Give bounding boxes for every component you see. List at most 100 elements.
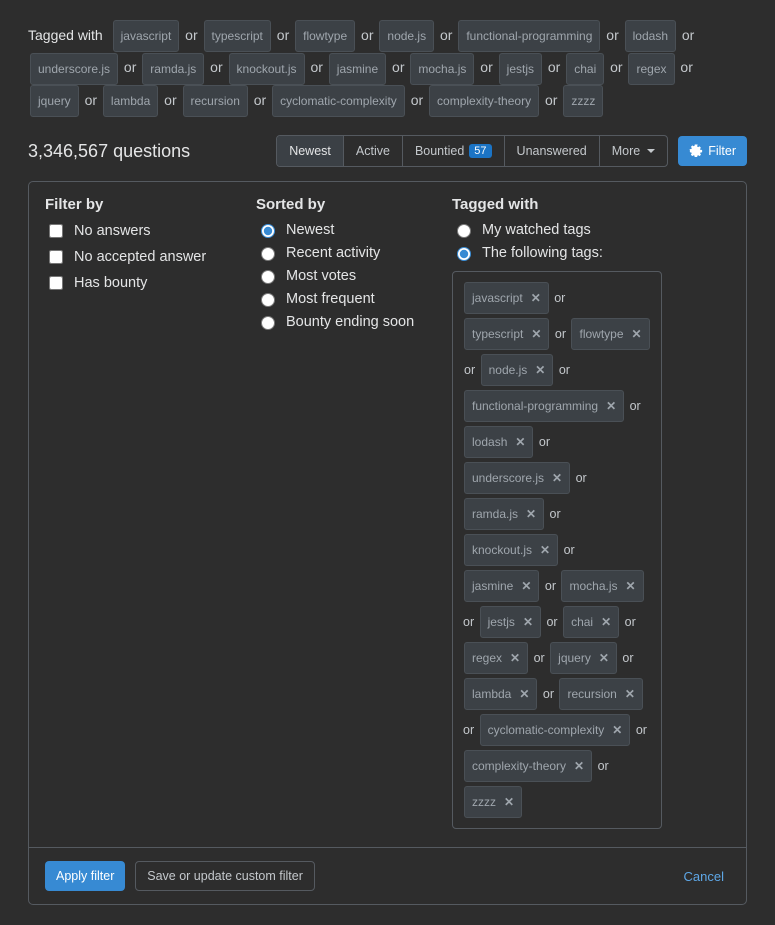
apply-filter-button[interactable]: Apply filter <box>45 861 125 891</box>
close-icon[interactable]: ✕ <box>599 607 618 637</box>
filter-tag-label: mocha.js <box>562 571 623 601</box>
filter-tag[interactable]: flowtype✕ <box>571 318 649 350</box>
filter-tag[interactable]: regex✕ <box>464 642 528 674</box>
filter-tag[interactable]: functional-programming✕ <box>464 390 624 422</box>
radio-bounty-ending[interactable] <box>261 316 275 330</box>
header-tag[interactable]: typescript <box>204 20 271 52</box>
filter-tag[interactable]: cyclomatic-complexity✕ <box>480 714 631 746</box>
filter-tag-label: flowtype <box>572 319 629 349</box>
or-separator: or <box>606 59 626 75</box>
close-icon[interactable]: ✕ <box>517 679 536 709</box>
radio-newest[interactable] <box>261 224 275 238</box>
or-separator: or <box>273 27 293 43</box>
close-icon[interactable]: ✕ <box>624 571 643 601</box>
filter-tag[interactable]: mocha.js✕ <box>561 570 643 602</box>
tab-unanswered[interactable]: Unanswered <box>505 136 600 166</box>
sort-bounty-ending[interactable]: Bounty ending soon <box>256 313 416 330</box>
sort-newest[interactable]: Newest <box>256 221 416 238</box>
close-icon[interactable]: ✕ <box>610 715 629 745</box>
header-tag[interactable]: regex <box>628 53 674 85</box>
filter-tag[interactable]: ramda.js✕ <box>464 498 544 530</box>
filter-tag[interactable]: chai✕ <box>563 606 619 638</box>
save-filter-button[interactable]: Save or update custom filter <box>135 861 315 891</box>
header-tag[interactable]: underscore.js <box>30 53 118 85</box>
header-tag[interactable]: complexity-theory <box>429 85 539 117</box>
header-tag[interactable]: jasmine <box>329 53 386 85</box>
filter-no-accepted[interactable]: No accepted answer <box>45 247 220 267</box>
tab-newest[interactable]: Newest <box>277 136 344 166</box>
filter-tag[interactable]: recursion✕ <box>559 678 642 710</box>
header-tag[interactable]: lodash <box>625 20 676 52</box>
header-tag[interactable]: node.js <box>379 20 434 52</box>
or-separator: or <box>535 435 550 449</box>
header-tag[interactable]: mocha.js <box>410 53 474 85</box>
header-tag[interactable]: lambda <box>103 85 158 117</box>
checkbox-no-accepted[interactable] <box>49 250 63 264</box>
tab-more[interactable]: More <box>600 136 667 166</box>
filter-tag[interactable]: lodash✕ <box>464 426 533 458</box>
filter-tag-label: functional-programming <box>465 391 604 421</box>
radio-votes[interactable] <box>261 270 275 284</box>
radio-frequent[interactable] <box>261 293 275 307</box>
header-tag[interactable]: functional-programming <box>458 20 600 52</box>
header-tag[interactable]: ramda.js <box>142 53 204 85</box>
filter-has-bounty[interactable]: Has bounty <box>45 273 220 293</box>
checkbox-has-bounty[interactable] <box>49 276 63 290</box>
header-tag[interactable]: zzzz <box>563 85 603 117</box>
close-icon[interactable]: ✕ <box>529 319 548 349</box>
filter-tag[interactable]: node.js✕ <box>481 354 554 386</box>
close-icon[interactable]: ✕ <box>508 643 527 673</box>
close-icon[interactable]: ✕ <box>597 643 616 673</box>
or-separator: or <box>594 759 609 773</box>
cancel-button[interactable]: Cancel <box>678 868 730 885</box>
header-tag[interactable]: recursion <box>183 85 248 117</box>
close-icon[interactable]: ✕ <box>502 787 521 817</box>
close-icon[interactable]: ✕ <box>572 751 591 781</box>
tab-active[interactable]: Active <box>344 136 403 166</box>
filter-tag[interactable]: javascript✕ <box>464 282 549 314</box>
or-separator: or <box>541 92 561 108</box>
radio-following[interactable] <box>457 247 471 261</box>
radio-watched[interactable] <box>457 224 471 238</box>
sort-frequent[interactable]: Most frequent <box>256 290 416 307</box>
sort-votes[interactable]: Most votes <box>256 267 416 284</box>
header-tag[interactable]: jestjs <box>499 53 542 85</box>
close-icon[interactable]: ✕ <box>519 571 538 601</box>
header-tag[interactable]: knockout.js <box>229 53 305 85</box>
header-tag[interactable]: chai <box>566 53 604 85</box>
close-icon[interactable]: ✕ <box>513 427 532 457</box>
header-tag[interactable]: cyclomatic-complexity <box>272 85 405 117</box>
filter-tag[interactable]: complexity-theory✕ <box>464 750 592 782</box>
close-icon[interactable]: ✕ <box>538 535 557 565</box>
filter-tag[interactable]: knockout.js✕ <box>464 534 558 566</box>
close-icon[interactable]: ✕ <box>630 319 649 349</box>
tab-bountied[interactable]: Bountied 57 <box>403 136 505 166</box>
close-icon[interactable]: ✕ <box>623 679 642 709</box>
filter-no-answers[interactable]: No answers <box>45 221 220 241</box>
tagged-following[interactable]: The following tags: <box>452 244 662 261</box>
sort-recent[interactable]: Recent activity <box>256 244 416 261</box>
or-separator: or <box>539 687 557 701</box>
close-icon[interactable]: ✕ <box>604 391 623 421</box>
radio-recent[interactable] <box>261 247 275 261</box>
filter-tag[interactable]: jestjs✕ <box>480 606 541 638</box>
filter-tag[interactable]: underscore.js✕ <box>464 462 570 494</box>
close-icon[interactable]: ✕ <box>524 499 543 529</box>
tag-editor[interactable]: javascript✕ or typescript✕ or flowtype✕ … <box>452 271 662 829</box>
checkbox-no-answers[interactable] <box>49 224 63 238</box>
filter-tag[interactable]: lambda✕ <box>464 678 537 710</box>
filter-button[interactable]: Filter <box>678 136 747 166</box>
filter-tag[interactable]: typescript✕ <box>464 318 549 350</box>
header-tag[interactable]: flowtype <box>295 20 355 52</box>
close-icon[interactable]: ✕ <box>550 463 569 493</box>
tagged-watched[interactable]: My watched tags <box>452 221 662 238</box>
header-tag[interactable]: jquery <box>30 85 79 117</box>
close-icon[interactable]: ✕ <box>521 607 540 637</box>
filter-tag[interactable]: jasmine✕ <box>464 570 539 602</box>
close-icon[interactable]: ✕ <box>529 283 548 313</box>
close-icon[interactable]: ✕ <box>533 355 552 385</box>
filter-tag-label: chai <box>564 607 599 637</box>
filter-tag[interactable]: zzzz✕ <box>464 786 522 818</box>
header-tag[interactable]: javascript <box>113 20 180 52</box>
filter-tag[interactable]: jquery✕ <box>550 642 617 674</box>
